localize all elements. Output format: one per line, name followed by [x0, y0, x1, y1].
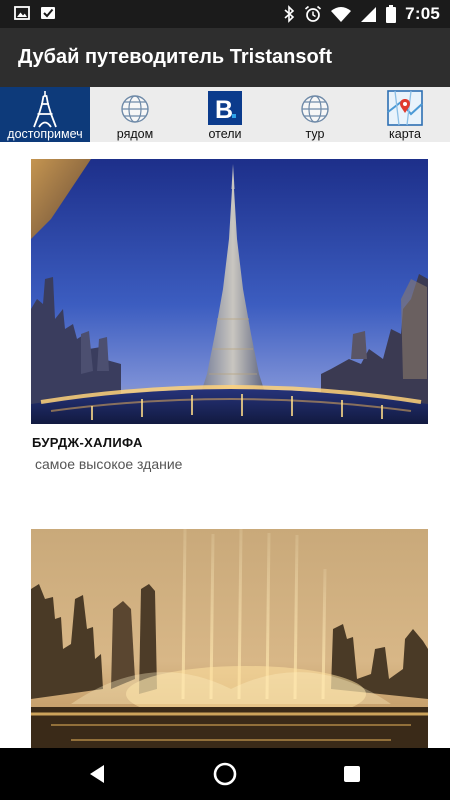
tab-sights[interactable]: достопримеч: [0, 87, 90, 142]
card-title: БУРДЖ-ХАЛИФА: [32, 435, 143, 450]
card-subtitle: самое высокое здание: [35, 456, 183, 472]
wifi-icon: [331, 7, 352, 22]
tab-label: тур: [305, 127, 325, 141]
tab-map[interactable]: карта: [360, 87, 450, 142]
alarm-icon: [305, 5, 322, 22]
battery-icon: [386, 5, 397, 23]
tab-hotels[interactable]: B отели: [180, 87, 270, 142]
booking-b-icon: B: [208, 91, 242, 125]
tab-label: отели: [208, 127, 242, 141]
tab-tour[interactable]: тур: [270, 87, 360, 142]
back-button[interactable]: [85, 761, 111, 787]
app-bar: Дубай путеводитель Tristansoft: [0, 28, 450, 87]
signal-icon: [361, 6, 377, 22]
tab-nearby[interactable]: рядом: [90, 87, 180, 142]
navigation-bar: [0, 748, 450, 800]
tab-label: достопримеч: [7, 127, 83, 141]
dubai-fountain-photo: [31, 529, 428, 748]
tab-strip: достопримеч рядом B отели тур карта: [0, 87, 450, 142]
map-pin-icon: [387, 90, 423, 126]
bluetooth-icon: [284, 5, 295, 23]
image-icon: [14, 6, 30, 20]
mail-check-icon: [41, 7, 55, 19]
home-button[interactable]: [212, 761, 238, 787]
svg-text:B: B: [215, 96, 233, 124]
status-time: 7:05: [405, 4, 440, 23]
globe-icon: [301, 95, 329, 123]
burj-khalifa-photo: [31, 159, 428, 424]
tab-label: карта: [389, 127, 421, 141]
globe-icon: [121, 95, 149, 123]
attraction-card[interactable]: БУРДЖ-ХАЛИФА самое высокое здание: [31, 159, 428, 489]
content-list: БУРДЖ-ХАЛИФА самое высокое здание: [0, 142, 450, 748]
app-title: Дубай путеводитель Tristansoft: [18, 46, 332, 68]
attraction-card[interactable]: [31, 529, 428, 748]
recents-button[interactable]: [339, 761, 365, 787]
status-bar: 7:05: [0, 0, 450, 28]
eiffel-tower-icon: [33, 91, 57, 128]
tab-label: рядом: [116, 127, 154, 141]
